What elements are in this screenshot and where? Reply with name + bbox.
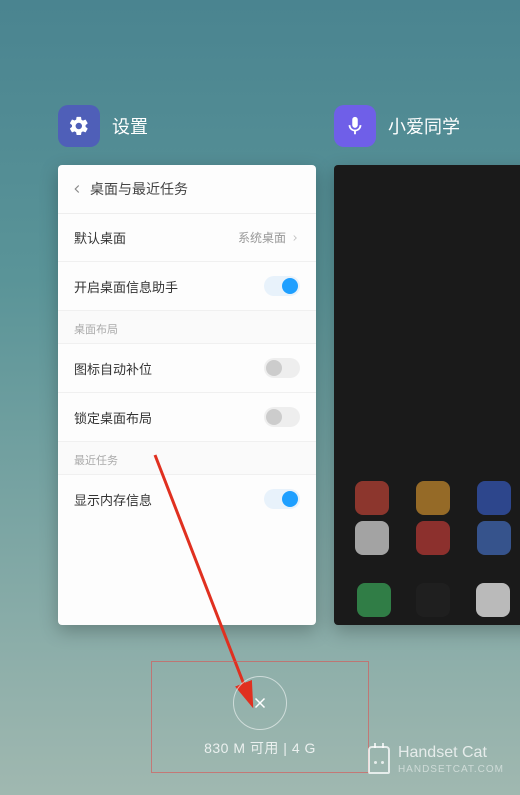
toggle-show-memory[interactable] <box>264 489 300 509</box>
close-all-button[interactable] <box>233 676 287 730</box>
app-title-settings: 设置 <box>112 113 148 139</box>
dock-icon <box>357 583 391 617</box>
row-label: 锁定桌面布局 <box>74 408 152 427</box>
watermark-sub: HANDSETCAT.COM <box>398 764 504 775</box>
row-label: 开启桌面信息助手 <box>74 277 178 296</box>
row-value: 系统桌面 <box>238 229 300 246</box>
row-label: 显示内存信息 <box>74 490 152 509</box>
settings-app-icon <box>58 105 100 147</box>
section-recent: 最近任务 <box>58 441 316 475</box>
card-header-xiaoai[interactable]: 小爱同学 <box>334 105 520 147</box>
xiaoai-app-icon <box>334 105 376 147</box>
row-default-launcher[interactable]: 默认桌面 系统桌面 <box>58 214 316 262</box>
watermark: Handset Cat HANDSETCAT.COM <box>368 744 504 775</box>
settings-card[interactable]: 桌面与最近任务 默认桌面 系统桌面 开启桌面信息助手 桌面布局 图标自动补位 锁… <box>58 165 316 625</box>
home-icon <box>416 521 450 555</box>
row-label: 图标自动补位 <box>74 359 152 378</box>
dock-icon <box>476 583 510 617</box>
watermark-logo-icon <box>368 746 390 774</box>
row-show-memory[interactable]: 显示内存信息 <box>58 475 316 523</box>
settings-page-title: 桌面与最近任务 <box>90 179 188 199</box>
close-icon <box>251 694 269 712</box>
memory-info-text: 830 M 可用 | 4 G <box>204 738 316 758</box>
section-layout: 桌面布局 <box>58 310 316 344</box>
home-icon <box>477 481 511 515</box>
home-grid <box>344 481 520 555</box>
settings-page-header[interactable]: 桌面与最近任务 <box>58 165 316 214</box>
toggle-lock-layout[interactable] <box>264 407 300 427</box>
home-icon <box>355 521 389 555</box>
toggle-auto-fill[interactable] <box>264 358 300 378</box>
row-info-assistant[interactable]: 开启桌面信息助手 <box>58 262 316 310</box>
home-icon <box>355 481 389 515</box>
toggle-info-assistant[interactable] <box>264 276 300 296</box>
close-all-highlight: 830 M 可用 | 4 G <box>151 661 369 773</box>
home-dock <box>344 583 520 617</box>
row-lock-layout[interactable]: 锁定桌面布局 <box>58 393 316 441</box>
home-icon <box>416 481 450 515</box>
chevron-left-icon[interactable] <box>70 182 84 196</box>
dock-icon <box>416 583 450 617</box>
app-title-xiaoai: 小爱同学 <box>388 113 460 139</box>
home-icon <box>477 521 511 555</box>
row-label: 默认桌面 <box>74 228 126 247</box>
xiaoai-card[interactable] <box>334 165 520 625</box>
card-header-settings[interactable]: 设置 <box>58 105 316 147</box>
row-auto-fill[interactable]: 图标自动补位 <box>58 344 316 393</box>
watermark-name: Handset Cat <box>398 744 504 762</box>
chevron-right-icon <box>290 233 300 243</box>
